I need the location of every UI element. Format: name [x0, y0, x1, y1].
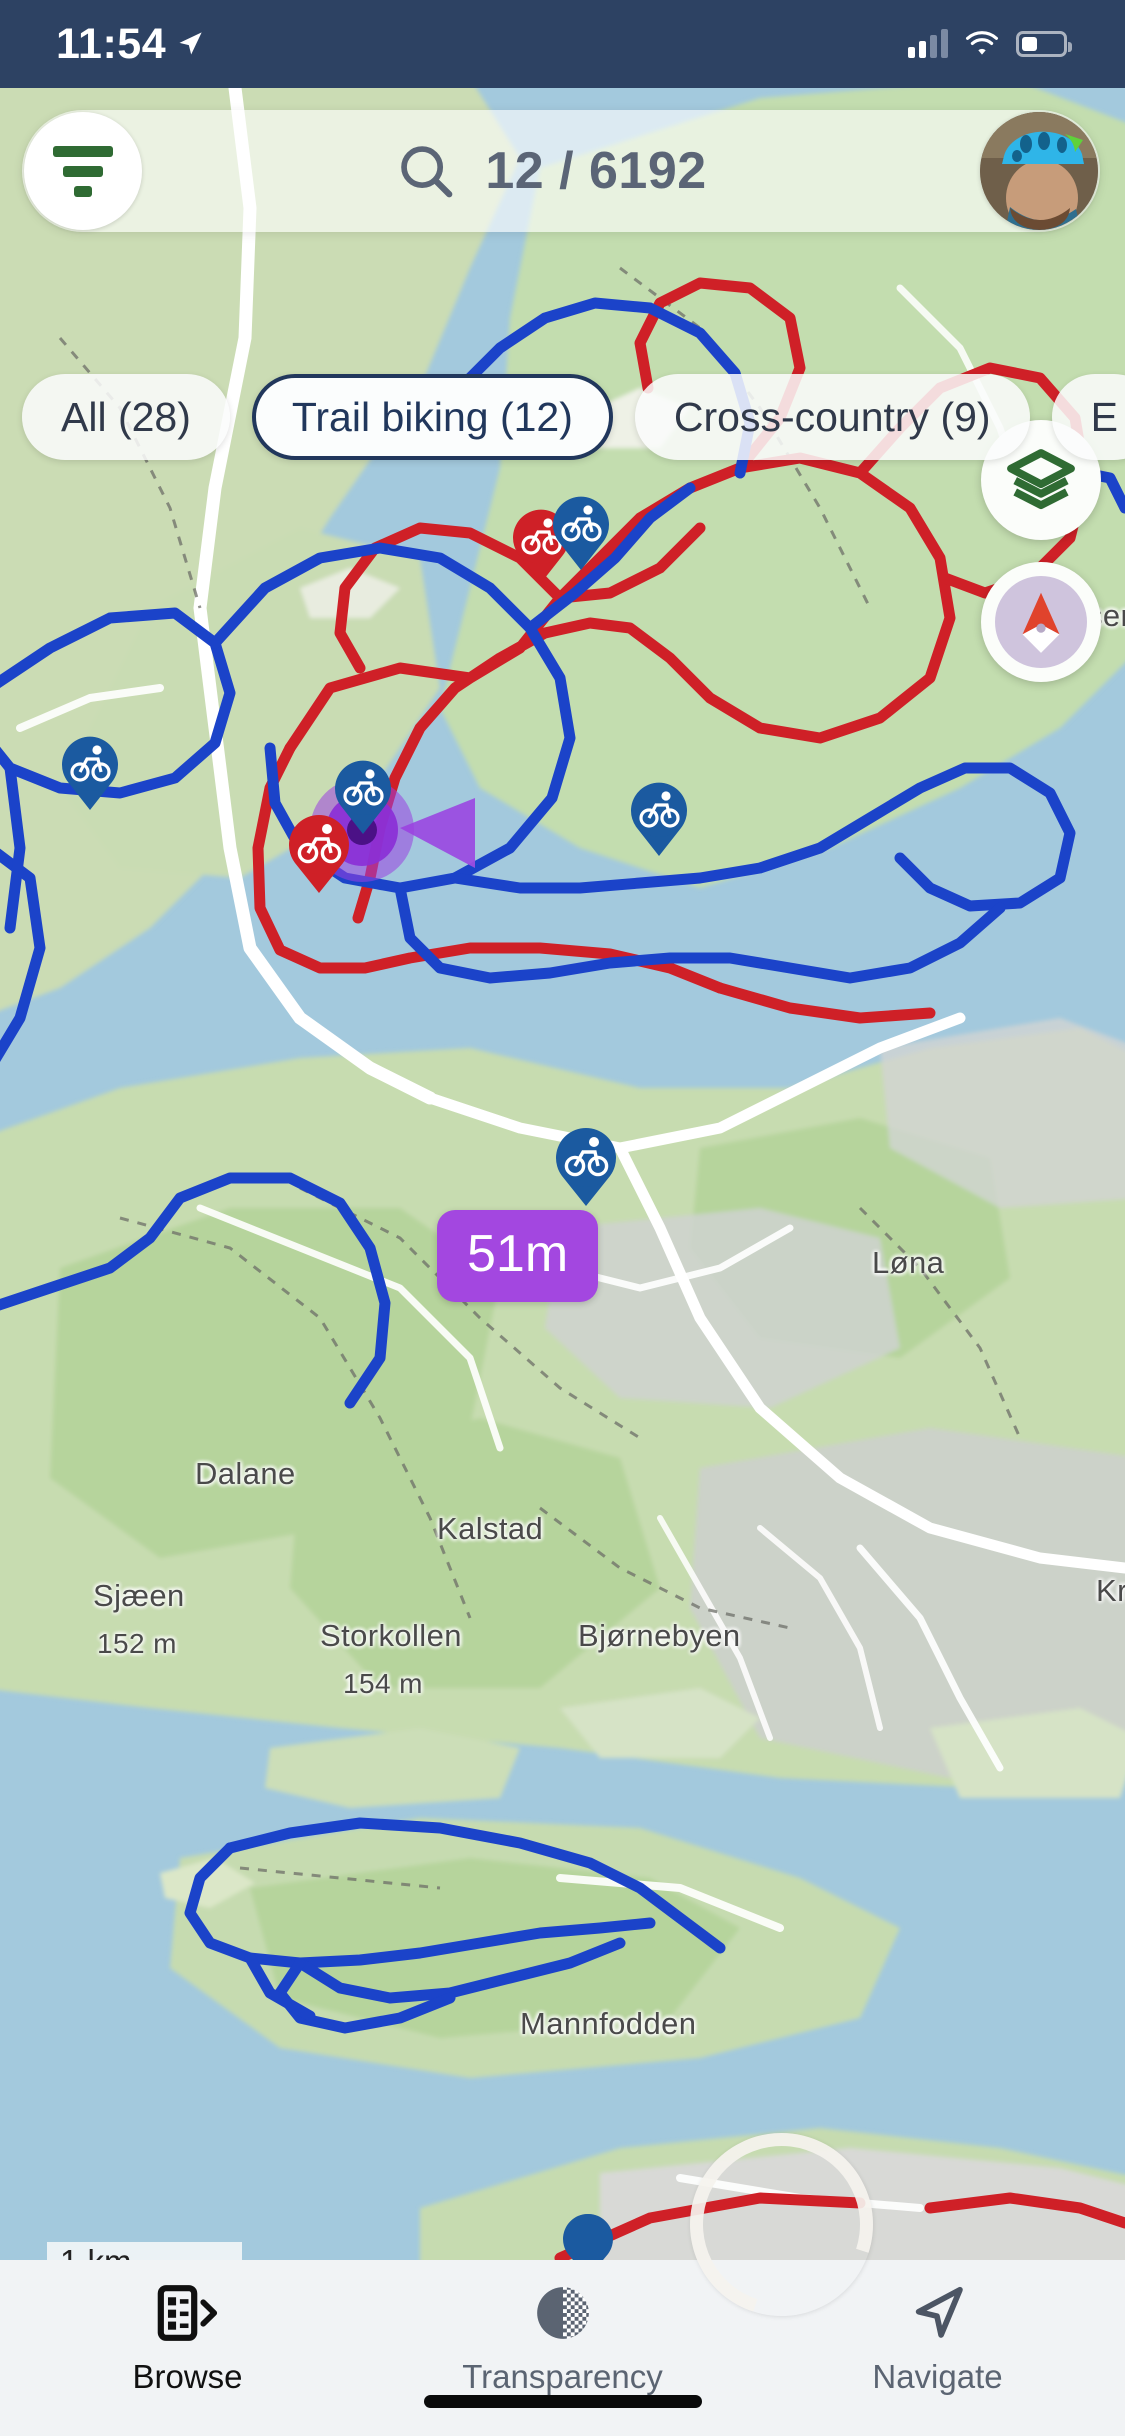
- location-arrow-icon: [179, 32, 202, 55]
- filter-chip-row[interactable]: All (28) Trail biking (12) Cross-country…: [0, 358, 1125, 476]
- search-header-bar: 12 / 6192: [22, 110, 1100, 232]
- avatar[interactable]: [980, 112, 1098, 230]
- search-field[interactable]: 12 / 6192: [122, 140, 980, 202]
- nav-label-browse: Browse: [132, 2358, 243, 2395]
- distance-badge: 51m: [437, 1210, 599, 1302]
- status-time-label: 11:54: [56, 19, 167, 68]
- wifi-icon: [965, 31, 999, 55]
- nav-label-navigate: Navigate: [872, 2358, 1003, 2395]
- status-bar: 11:54: [0, 0, 1125, 88]
- chip-overflow[interactable]: E: [1051, 374, 1125, 460]
- compass-button[interactable]: [981, 562, 1101, 682]
- navigate-arrow-icon: [915, 2286, 963, 2338]
- nav-item-browse[interactable]: Browse: [0, 2282, 375, 2396]
- status-bar-right: [908, 29, 1072, 58]
- nav-label-transparency: Transparency: [462, 2358, 663, 2395]
- filter-icon: [53, 145, 113, 197]
- avatar-image: [980, 112, 1098, 230]
- search-result-count: 12 / 6192: [485, 142, 707, 200]
- status-bar-left: 11:54: [56, 20, 204, 69]
- compass-icon: [995, 576, 1087, 668]
- chip-trail-biking[interactable]: Trail biking (12): [251, 374, 613, 460]
- cellular-signal-icon: [908, 29, 948, 58]
- bottom-navigation-bar: Browse Transparency Navigate: [0, 2260, 1125, 2436]
- search-icon: [401, 146, 453, 198]
- battery-icon: [1016, 31, 1072, 57]
- nav-item-transparency[interactable]: Transparency: [375, 2282, 750, 2396]
- nav-item-navigate[interactable]: Navigate: [750, 2282, 1125, 2396]
- home-indicator: [423, 2395, 702, 2408]
- browse-list-icon: [157, 2285, 217, 2341]
- transparency-icon: [536, 2287, 589, 2339]
- chip-all[interactable]: All (28): [22, 374, 230, 460]
- chip-cross-country[interactable]: Cross-country (9): [634, 374, 1030, 460]
